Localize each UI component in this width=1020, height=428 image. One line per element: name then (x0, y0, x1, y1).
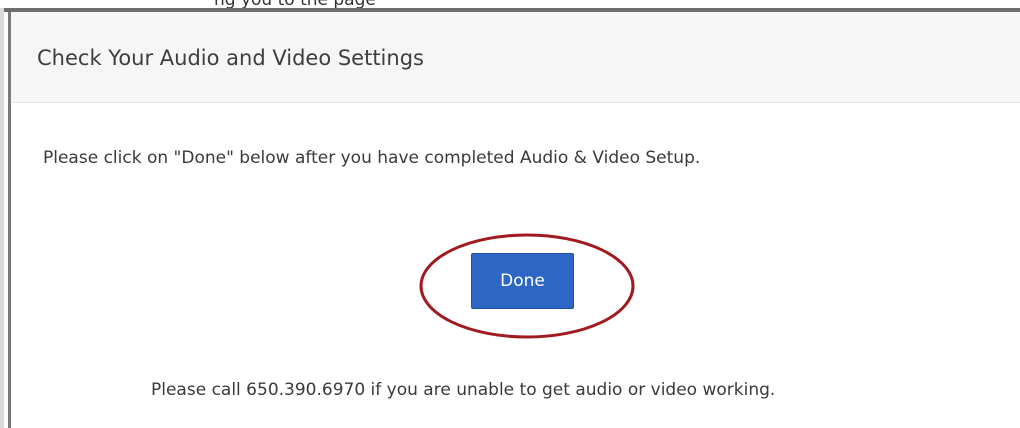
outer-left-line (0, 8, 4, 428)
audio-video-settings-modal: Check Your Audio and Video Settings Plea… (8, 12, 1020, 428)
instruction-text: Please click on "Done" below after you h… (43, 148, 701, 168)
screenshot-page: ng you to the page Check Your Audio and … (0, 0, 1020, 428)
done-button[interactable]: Done (471, 253, 574, 309)
done-button-area: Done (416, 230, 638, 342)
modal-header: Check Your Audio and Video Settings (11, 12, 1020, 103)
support-text: Please call 650.390.6970 if you are unab… (151, 380, 776, 400)
modal-title: Check Your Audio and Video Settings (37, 46, 424, 70)
